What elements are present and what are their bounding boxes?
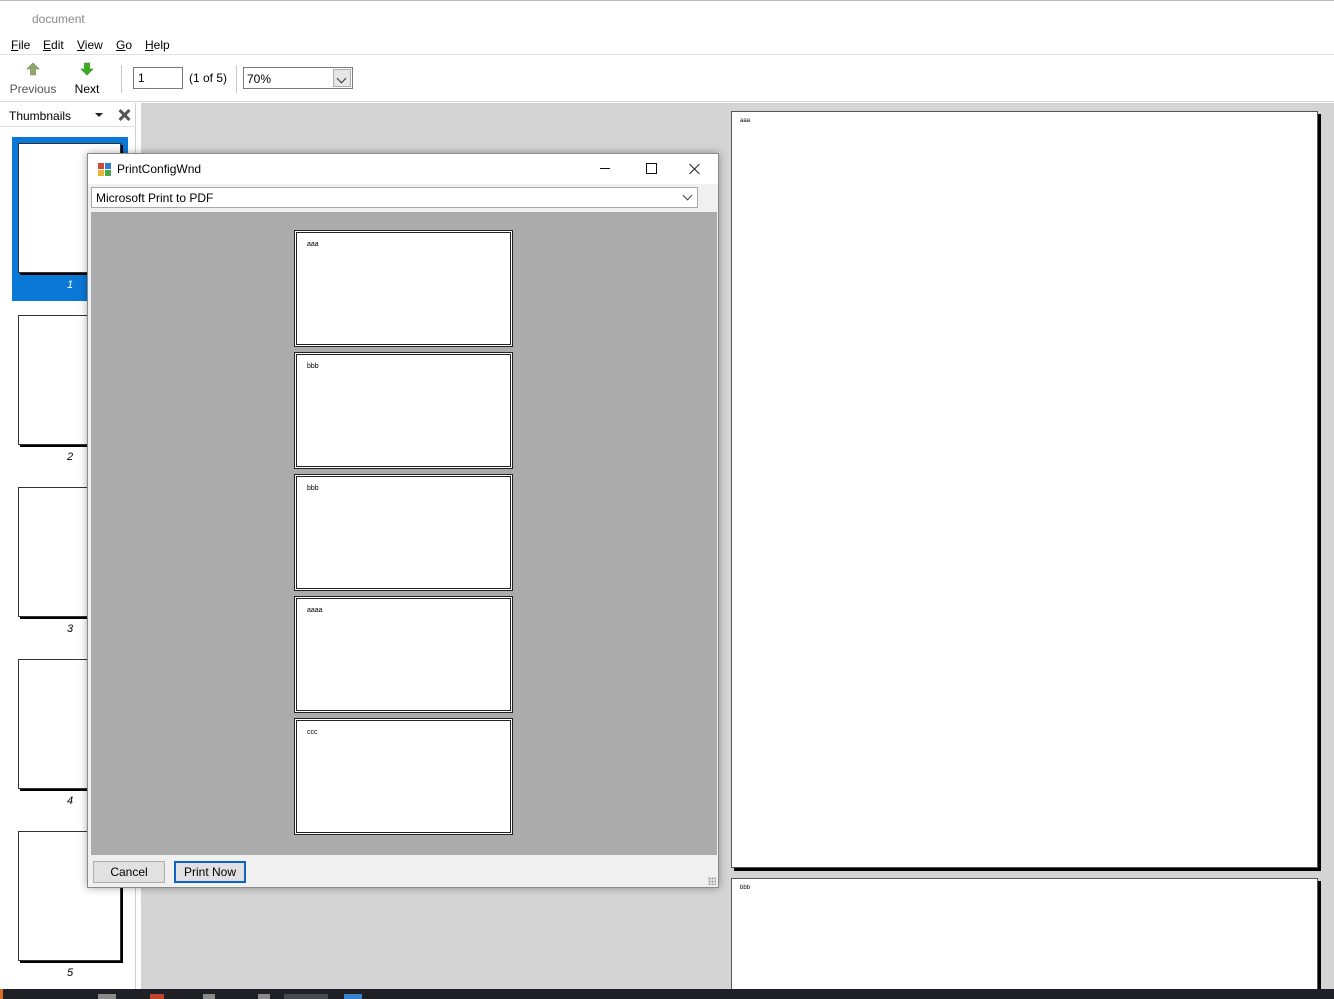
document-page: bbb: [731, 878, 1318, 998]
preview-page: aaa: [296, 232, 511, 345]
menu-go[interactable]: Go: [116, 38, 132, 52]
zoom-select[interactable]: 70%: [243, 67, 353, 89]
taskbar-accent: [0, 989, 3, 999]
dialog-titlebar: PrintConfigWnd: [88, 154, 718, 184]
taskbar-app-active[interactable]: [284, 994, 328, 999]
arrow-up-icon: [26, 62, 40, 76]
toolbar-separator: [236, 65, 237, 93]
preview-page: ccc: [296, 720, 511, 833]
chevron-down-icon[interactable]: [682, 190, 693, 201]
dropdown-triangle-icon[interactable]: [95, 113, 103, 117]
toolbar: Previous Next 1 (1 of 5) 70%: [0, 55, 1334, 102]
taskbar-app-icon[interactable]: [203, 994, 215, 999]
preview-page: bbb: [296, 354, 511, 467]
document-page: aaa: [731, 111, 1318, 868]
resize-grip-icon[interactable]: [708, 877, 716, 885]
taskbar-app-icon[interactable]: [344, 994, 362, 999]
print-now-button[interactable]: Print Now: [174, 861, 246, 883]
page-text: aaa: [740, 118, 751, 124]
taskbar-app-icon[interactable]: [98, 994, 116, 999]
previous-button[interactable]: Previous: [5, 55, 61, 101]
page-text: bbb: [740, 885, 751, 891]
preview-page: aaaa: [296, 598, 511, 711]
preview-page-text: ccc: [307, 729, 318, 736]
thumbnail-number: 5: [66, 967, 74, 979]
taskbar: [0, 989, 1334, 999]
zoom-value: 70%: [247, 72, 272, 86]
close-icon[interactable]: [672, 154, 718, 184]
close-panel-icon[interactable]: [117, 108, 131, 122]
minimize-icon[interactable]: [582, 154, 628, 184]
taskbar-app-icon[interactable]: [150, 994, 164, 999]
dialog-title: PrintConfigWnd: [117, 162, 202, 176]
page-count-label: (1 of 5): [189, 71, 228, 85]
menu-help[interactable]: Help: [145, 38, 170, 52]
chevron-down-icon[interactable]: [333, 69, 351, 87]
toolbar-separator: [121, 65, 122, 93]
menu-view[interactable]: View: [77, 38, 103, 52]
print-config-dialog: PrintConfigWnd Microsoft Print to PDF aa…: [87, 153, 719, 888]
preview-page-text: bbb: [307, 363, 319, 370]
next-label: Next: [74, 82, 100, 96]
print-preview-area[interactable]: aaa bbb bbb aaaa ccc: [91, 212, 717, 855]
maximize-icon[interactable]: [628, 154, 674, 184]
window-titlebar: document: [0, 0, 1334, 34]
menu-edit[interactable]: Edit: [43, 38, 64, 52]
thumbnails-header: Thumbnails: [0, 103, 136, 127]
preview-page-text: bbb: [307, 485, 319, 492]
page-number-input[interactable]: 1: [133, 67, 183, 89]
preview-page-text: aaa: [307, 241, 319, 248]
cancel-button[interactable]: Cancel: [93, 861, 165, 883]
thumbnails-title: Thumbnails: [9, 109, 72, 123]
next-button[interactable]: Next: [66, 55, 108, 101]
previous-label: Previous: [9, 82, 57, 96]
menu-file[interactable]: File: [11, 38, 30, 52]
window-title: document: [32, 12, 85, 26]
printer-value: Microsoft Print to PDF: [96, 191, 214, 205]
preview-page-text: aaaa: [307, 607, 323, 614]
menu-bar: File Edit View Go Help: [0, 34, 1334, 55]
printer-select[interactable]: Microsoft Print to PDF: [91, 187, 698, 208]
taskbar-app-icon[interactable]: [258, 994, 270, 999]
preview-page: bbb: [296, 476, 511, 589]
app-window-icon: [98, 163, 111, 176]
arrow-down-icon: [80, 62, 94, 76]
